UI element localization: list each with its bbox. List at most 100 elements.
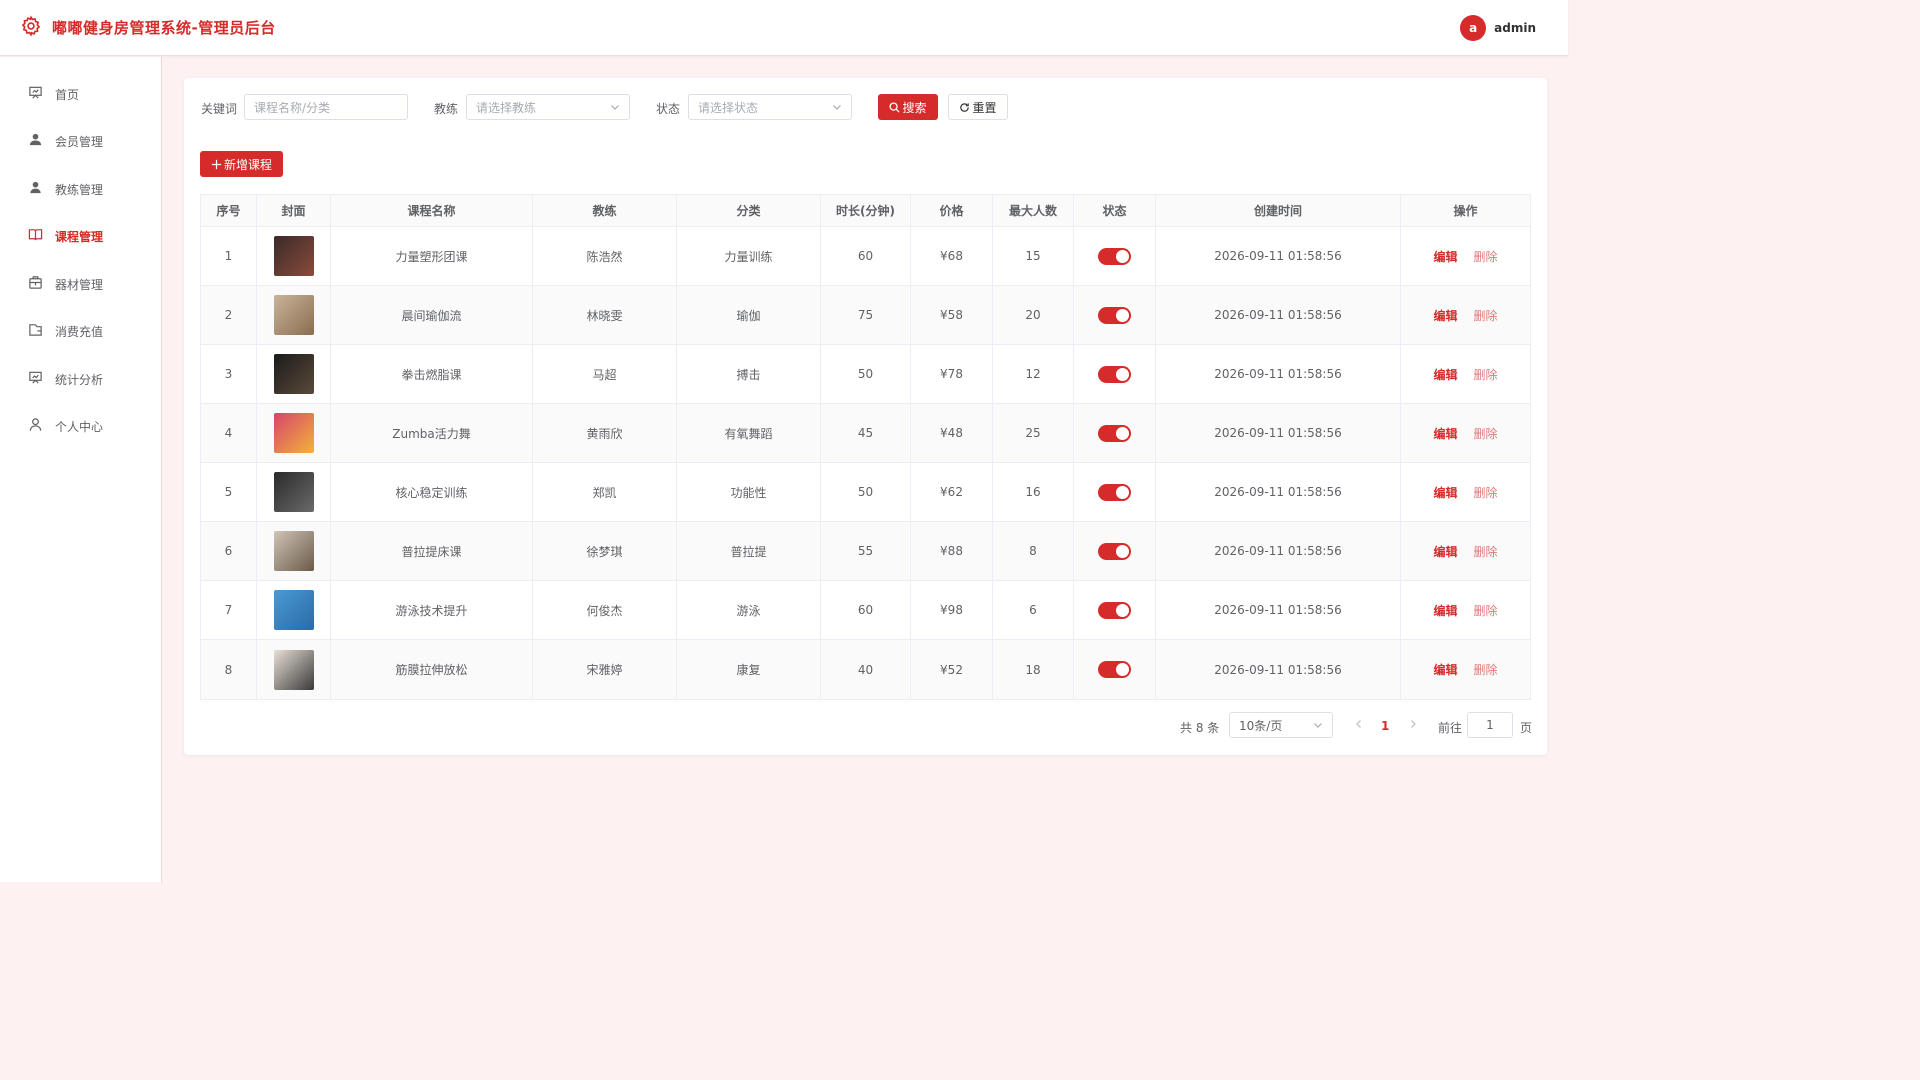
sidebar-item-recharge[interactable]: 消费充值 [0,311,162,351]
cell-course-name: Zumba活力舞 [331,404,533,462]
table-row: 7 游泳技术提升 何俊杰 游泳 60 ¥98 6 2026-09-11 01:58:56 编辑删… [201,581,1530,640]
cell-duration: 60 [821,227,911,285]
edit-button[interactable]: 编辑 [1433,307,1457,324]
status-toggle[interactable] [1098,483,1131,501]
cell-price: ¥62 [911,463,993,521]
coach-placeholder: 请选择教练 [476,100,537,115]
status-toggle[interactable] [1098,365,1131,383]
sidebar-item-label: 统计分析 [55,372,104,387]
cell-duration: 40 [821,640,911,699]
wallet-icon [28,322,43,340]
cell-max-members: 12 [993,345,1074,403]
delete-button[interactable]: 删除 [1474,366,1498,383]
cell-coach: 马超 [533,345,677,403]
cell-coach: 黄雨欣 [533,404,677,462]
coach-label: 教练 [434,102,459,116]
page-size-value: 10条/页 [1239,718,1283,733]
dashboard-icon [28,85,43,103]
cell-status [1074,522,1156,580]
column-header: 时长(分钟) [821,195,911,226]
sidebar-item-coaches[interactable]: 教练管理 [0,169,162,209]
status-toggle[interactable] [1098,661,1131,678]
add-course-label: 新增课程 [223,157,272,172]
coach-select[interactable]: 请选择教练 [466,94,630,120]
add-course-button[interactable]: 新增课程 [200,151,283,177]
cell-cover [257,640,331,699]
sidebar-item-profile[interactable]: 个人中心 [0,406,162,446]
edit-button[interactable]: 编辑 [1433,248,1457,265]
status-toggle[interactable] [1098,601,1131,619]
user-menu[interactable]: a admin [1460,14,1548,41]
course-cover-image [273,472,314,512]
reset-button[interactable]: 重置 [948,94,1008,120]
course-cover-image [273,354,314,394]
cell-duration: 50 [821,463,911,521]
cell-actions: 编辑 删除 [1401,640,1530,699]
cell-price: ¥78 [911,345,993,403]
course-table: 序号 封面 课程名称 教练 分类 时长(分钟) 价格 最大人数 状态 创建时间 … [200,194,1531,700]
sidebar-item-label: 个人中心 [55,419,104,434]
delete-button[interactable]: 删除 [1474,661,1498,678]
sidebar-item-equipment[interactable]: 器材管理 [0,264,162,304]
course-cover-image [273,413,314,453]
delete-button[interactable]: 删除 [1474,543,1498,560]
course-cover-image [273,531,314,571]
table-row: 8 筋膜拉伸放松 宋雅婷 康复 40 ¥52 18 2026-09-11 01:58:56 编辑… [201,640,1530,699]
avatar[interactable]: a [1460,14,1487,41]
username[interactable]: admin [1494,21,1536,35]
status-select[interactable]: 请选择状态 [688,94,852,120]
status-toggle[interactable] [1098,247,1131,265]
keyword-search-input[interactable]: 课程名称/分类 [244,94,408,120]
table-header: 序号 封面 课程名称 教练 分类 时长(分钟) 价格 最大人数 状态 创建时间 … [201,195,1530,227]
cell-status [1074,286,1156,344]
delete-button[interactable]: 删除 [1474,248,1498,265]
chevron-down-icon [833,105,841,110]
cell-actions: 编辑 删除 [1401,286,1530,344]
course-cover-image [273,649,314,690]
page-size-select[interactable]: 10条/页 [1229,712,1333,738]
edit-button[interactable]: 编辑 [1433,484,1457,501]
next-page-button[interactable] [1408,719,1418,729]
cell-created-time: 2026-09-11 01:58:56 [1156,581,1401,639]
column-header: 课程名称 [331,195,533,226]
page-number-current[interactable]: 1 [1381,719,1389,733]
gear-icon [20,15,42,40]
delete-button[interactable]: 删除 [1474,425,1498,442]
edit-button[interactable]: 编辑 [1433,602,1457,619]
sidebar-item-statistics[interactable]: 统计分析 [0,359,162,399]
column-header: 最大人数 [993,195,1074,226]
cell-index: 5 [201,463,257,521]
cell-duration: 75 [821,286,911,344]
cell-course-name: 晨间瑜伽流 [331,286,533,344]
goto-page-input[interactable]: 1 [1467,712,1513,738]
cell-cover [257,522,331,580]
cell-course-name: 核心稳定训练 [331,463,533,521]
cell-actions: 编辑 删除 [1401,463,1530,521]
status-toggle[interactable] [1098,542,1131,560]
edit-button[interactable]: 编辑 [1433,543,1457,560]
goto-label: 前往 [1438,721,1463,735]
edit-button[interactable]: 编辑 [1433,366,1457,383]
status-toggle[interactable] [1098,424,1131,442]
edit-button[interactable]: 编辑 [1433,425,1457,442]
chevron-left-icon [1356,720,1361,728]
cell-duration: 55 [821,522,911,580]
status-toggle[interactable] [1098,306,1131,324]
cell-category: 瑜伽 [677,286,821,344]
search-button[interactable]: 搜索 [878,94,938,120]
cell-cover [257,404,331,462]
delete-button[interactable]: 删除 [1474,602,1498,619]
sidebar-item-members[interactable]: 会员管理 [0,121,162,161]
table-row: 3 拳击燃脂课 马超 搏击 50 ¥78 12 2026-09-11 01:58:56 编辑 删除 [201,345,1530,404]
sidebar-item-home[interactable]: 首页 [0,74,162,114]
prev-page-button[interactable] [1354,719,1364,729]
delete-button[interactable]: 删除 [1474,484,1498,501]
reset-button-label: 重置 [972,100,997,115]
edit-button[interactable]: 编辑 [1433,661,1457,678]
cell-status [1074,227,1156,285]
sidebar-item-label: 教练管理 [55,182,104,197]
delete-button[interactable]: 删除 [1474,307,1498,324]
column-header: 分类 [677,195,821,226]
sidebar-item-courses[interactable]: 课程管理 [0,216,162,256]
course-cover-image [273,295,314,335]
